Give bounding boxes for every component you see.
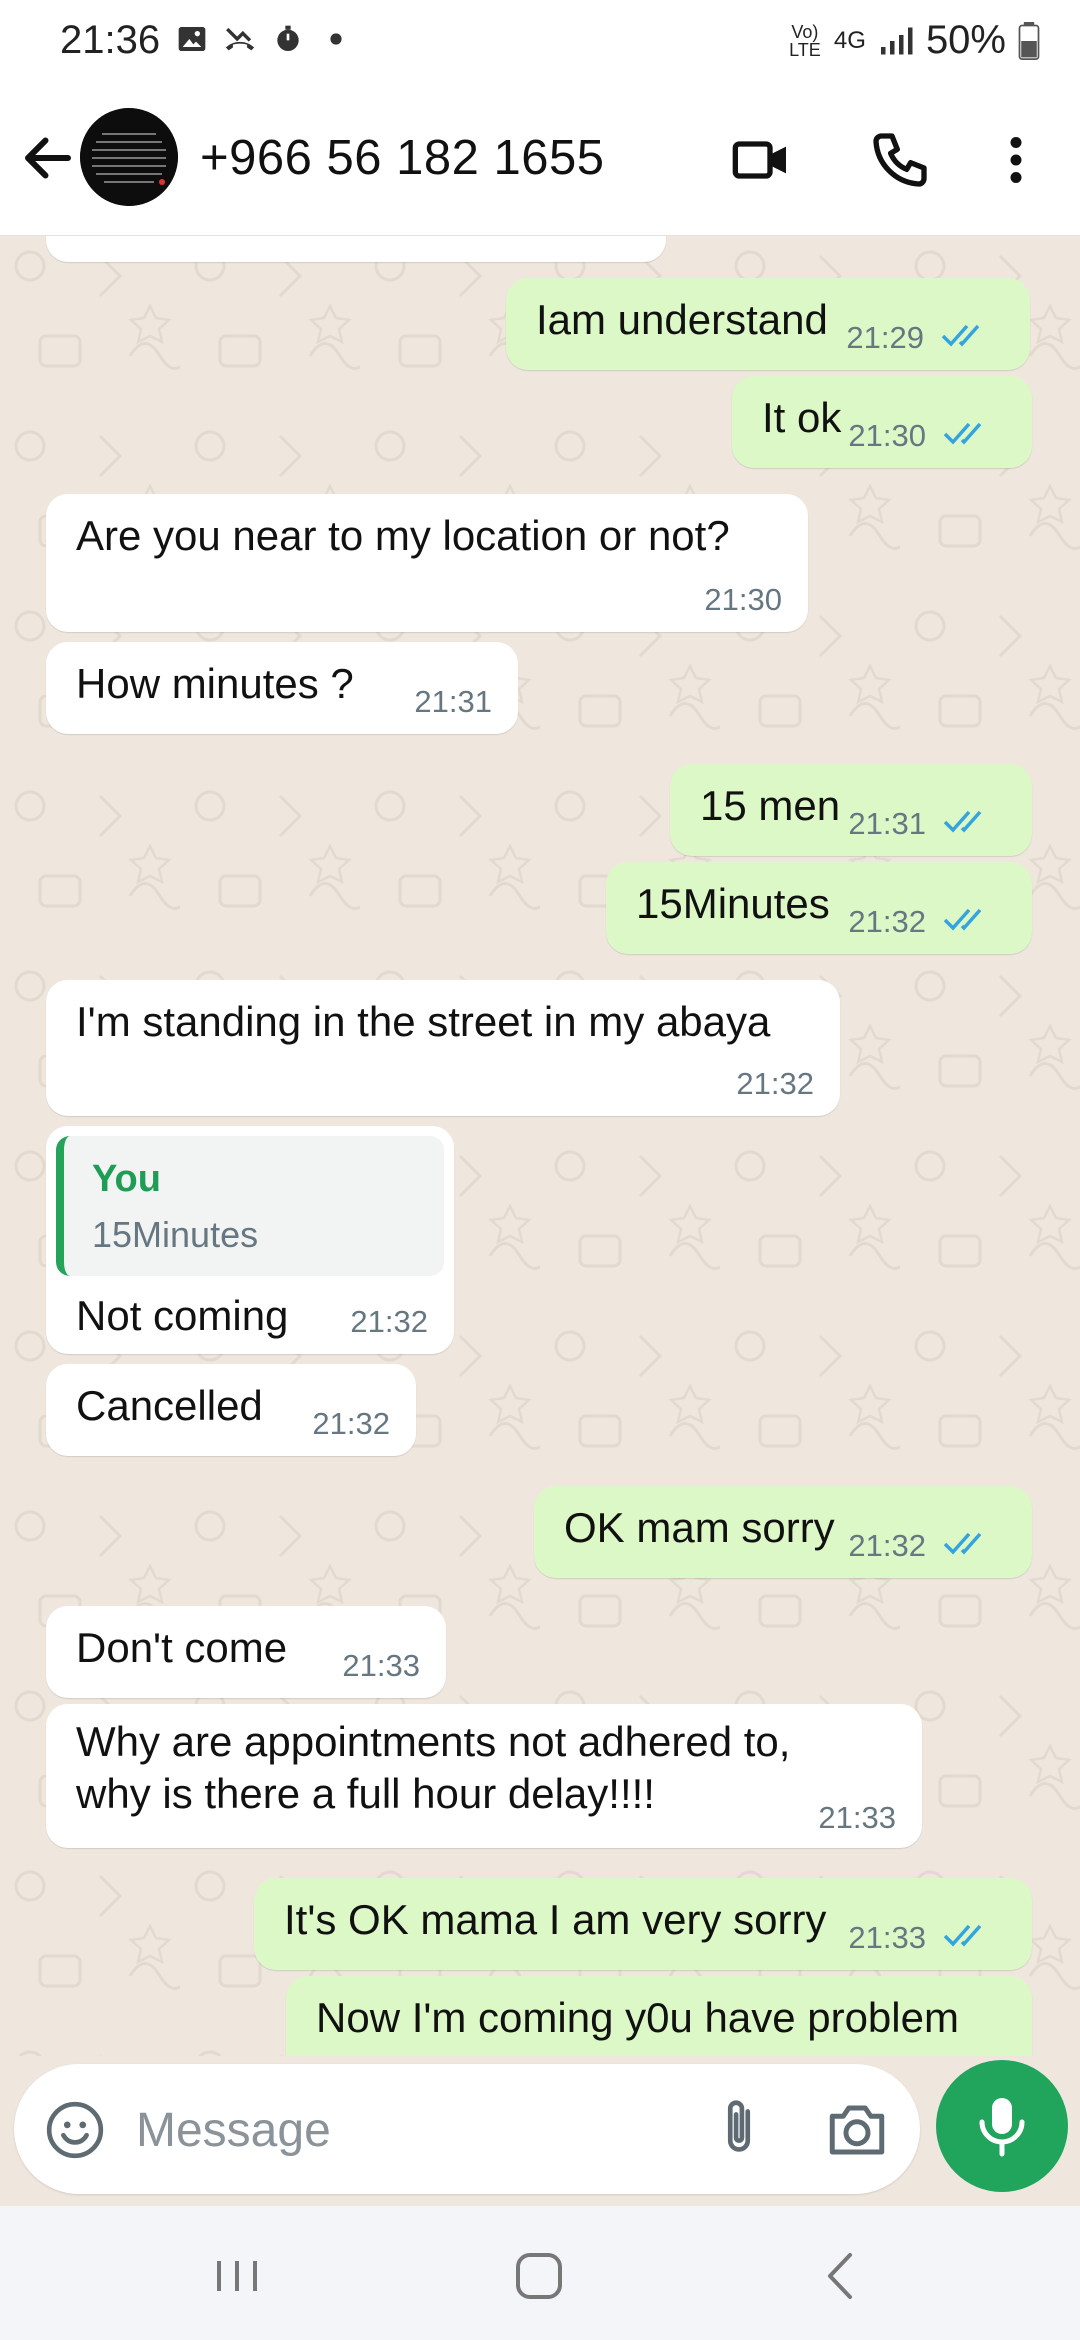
- system-navigation-bar: [0, 2206, 1080, 2340]
- message-time: 21:29: [846, 320, 924, 355]
- message-time: 21:31: [848, 806, 926, 841]
- network-type-label: 4G: [833, 26, 866, 54]
- back-nav-icon[interactable]: [806, 2241, 876, 2311]
- status-system-icons: Vo) LTE 4G 50%: [788, 18, 1040, 63]
- chat-area[interactable]: Iam understand 21:29 It ok 21:30 Are you…: [0, 236, 1080, 2056]
- message-text: It's OK mama I am very sorry: [284, 1896, 827, 1943]
- message-time: 21:33: [342, 1648, 420, 1683]
- chat-header: +966 56 182 1655: [0, 90, 1080, 236]
- home-icon[interactable]: [504, 2241, 574, 2311]
- emoji-icon[interactable]: [44, 2099, 106, 2161]
- message-text: Not coming: [76, 1292, 289, 1339]
- message-bubble-outgoing[interactable]: Now I'm coming y0u have problem: [286, 1976, 1032, 2056]
- message-text-line2: why is there a full hour delay!!!!: [76, 1770, 655, 1817]
- battery-icon: [1018, 21, 1040, 60]
- message-text: How minutes ?: [76, 660, 354, 707]
- recents-icon[interactable]: [202, 2241, 272, 2311]
- volte-label: Vo) LTE: [789, 21, 821, 60]
- read-ticks-icon: [942, 806, 992, 836]
- message-time: 21:32: [312, 1406, 390, 1441]
- battery-percent: 50%: [925, 18, 1006, 62]
- message-time: 21:30: [848, 418, 926, 453]
- phone-icon[interactable]: [868, 128, 932, 192]
- message-text: 15 men: [700, 782, 841, 829]
- attach-icon[interactable]: [704, 2094, 774, 2164]
- status-bar: 21:36 Vo) LTE 4G 50%: [0, 0, 1080, 90]
- message-text: Are you near to my location or not?: [76, 512, 730, 559]
- read-ticks-icon: [942, 418, 992, 448]
- mic-icon[interactable]: [936, 2060, 1068, 2192]
- message-text: Don't come: [76, 1624, 288, 1671]
- quote-text: 15Minutes: [92, 1214, 259, 1255]
- message-text: Iam understand: [536, 296, 828, 343]
- read-ticks-icon: [942, 1528, 992, 1558]
- message-bubble-outgoing[interactable]: It ok 21:30: [732, 376, 1032, 468]
- message-bubble-partial[interactable]: [46, 236, 666, 262]
- video-call-icon[interactable]: [730, 128, 794, 192]
- quote-author: You: [92, 1158, 161, 1200]
- message-bubble-outgoing[interactable]: OK mam sorry 21:32: [534, 1486, 1032, 1578]
- message-text: Cancelled: [76, 1382, 263, 1429]
- read-ticks-icon: [942, 1920, 992, 1950]
- message-bubble-incoming[interactable]: Cancelled 21:32: [46, 1364, 416, 1456]
- message-bubble-outgoing[interactable]: 15 men 21:31: [670, 764, 1032, 856]
- image-icon: [175, 22, 209, 56]
- message-bubble-outgoing[interactable]: It's OK mama I am very sorry 21:33: [254, 1878, 1032, 1970]
- message-bubble-outgoing[interactable]: 15Minutes 21:32: [606, 862, 1032, 954]
- missed-call-icon: [223, 22, 257, 56]
- message-text: It ok: [762, 394, 842, 441]
- message-time: 21:33: [848, 1920, 926, 1955]
- more-vert-icon[interactable]: [986, 128, 1046, 192]
- message-time: 21:32: [848, 1528, 926, 1563]
- back-arrow-icon[interactable]: [18, 128, 78, 188]
- message-bubble-incoming[interactable]: Why are appointments not adhered to, why…: [46, 1704, 922, 1848]
- message-text-line1: Why are appointments not adhered to,: [76, 1718, 791, 1765]
- message-time: 21:31: [414, 684, 492, 719]
- read-ticks-icon: [942, 904, 992, 934]
- message-text: I'm standing in the street in my abaya: [76, 998, 771, 1045]
- message-time: 21:32: [736, 1066, 814, 1101]
- message-text: OK mam sorry: [564, 1504, 835, 1551]
- read-ticks-icon: [940, 320, 990, 350]
- timer-icon: [271, 22, 305, 56]
- message-text: 15Minutes: [636, 880, 830, 927]
- dot-icon: [319, 22, 353, 56]
- camera-icon[interactable]: [824, 2097, 890, 2163]
- contact-name[interactable]: +966 56 182 1655: [200, 130, 604, 186]
- message-time: 21:33: [818, 1800, 896, 1835]
- message-time: 21:30: [704, 582, 782, 617]
- message-bubble-outgoing[interactable]: Iam understand 21:29: [506, 278, 1030, 370]
- message-bubble-reply[interactable]: You 15Minutes Not coming 21:32: [46, 1126, 454, 1354]
- message-composer: [0, 2056, 1080, 2206]
- status-time: 21:36: [60, 18, 161, 62]
- message-bubble-incoming[interactable]: I'm standing in the street in my abaya 2…: [46, 980, 840, 1116]
- message-time: 21:32: [350, 1304, 428, 1339]
- avatar[interactable]: [80, 108, 178, 206]
- message-bubble-incoming[interactable]: Are you near to my location or not? 21:3…: [46, 494, 808, 632]
- message-input[interactable]: [134, 2094, 698, 2166]
- message-bubble-incoming[interactable]: Don't come 21:33: [46, 1606, 446, 1698]
- message-box[interactable]: [14, 2064, 920, 2194]
- status-notification-icons: [175, 22, 353, 56]
- message-time: 21:32: [848, 904, 926, 939]
- message-bubble-incoming[interactable]: How minutes ? 21:31: [46, 642, 518, 734]
- quoted-message[interactable]: You 15Minutes: [56, 1136, 444, 1276]
- signal-icon: [878, 23, 914, 59]
- message-text: Now I'm coming y0u have problem: [316, 1994, 959, 2041]
